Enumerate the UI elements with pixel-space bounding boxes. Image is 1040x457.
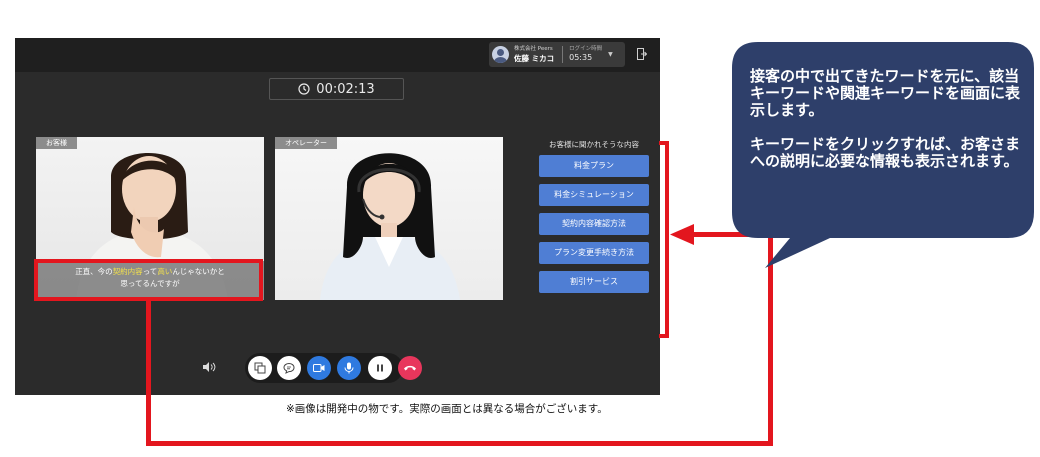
- operator-label: オペレーター: [275, 137, 337, 149]
- customer-label: お客様: [36, 137, 77, 149]
- callout-paragraph-1: 接客の中で出てきたワードを元に、該当キーワードや関連キーワードを画面に表示します…: [750, 67, 1021, 119]
- caption-highlight-frame: [34, 259, 263, 301]
- callout-paragraph-2: キーワードをクリックすれば、お客さまへの説明に必要な情報も表示されます。: [750, 135, 1021, 170]
- callout-text: 接客の中で出てきたワードを元に、該当キーワードや関連キーワードを画面に表示します…: [750, 68, 1030, 170]
